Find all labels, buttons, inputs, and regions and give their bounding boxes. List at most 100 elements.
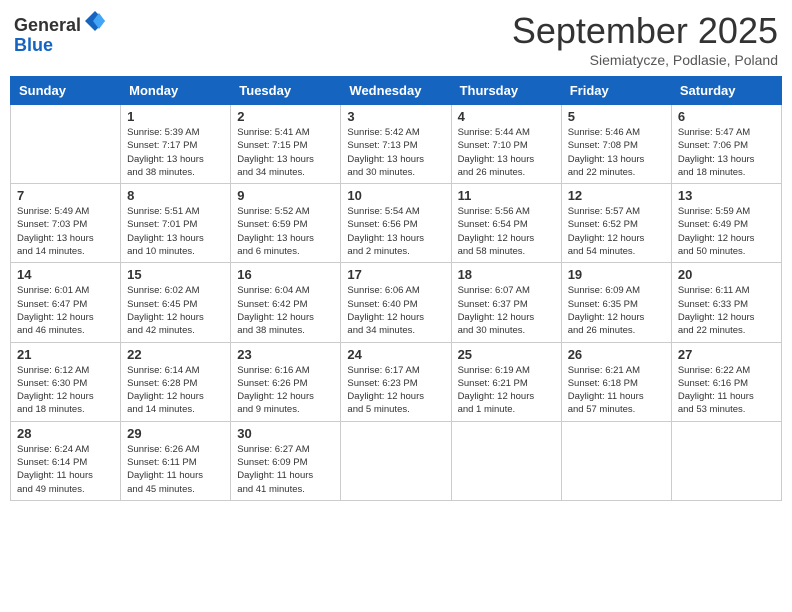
day-info: Sunrise: 5:57 AM Sunset: 6:52 PM Dayligh…	[568, 205, 665, 258]
day-number: 28	[17, 426, 114, 441]
calendar-week-3: 14 Sunrise: 6:01 AM Sunset: 6:47 PM Dayli…	[11, 263, 782, 342]
day-info: Sunrise: 5:47 AM Sunset: 7:06 PM Dayligh…	[678, 126, 775, 179]
day-info: Sunrise: 5:54 AM Sunset: 6:56 PM Dayligh…	[347, 205, 444, 258]
weekday-header-wednesday: Wednesday	[341, 77, 451, 105]
calendar-week-1: 1Sunrise: 5:39 AM Sunset: 7:17 PM Daylig…	[11, 105, 782, 184]
day-number: 8	[127, 188, 224, 203]
day-info: Sunrise: 6:07 AM Sunset: 6:37 PM Dayligh…	[458, 284, 555, 337]
logo: General Blue	[14, 16, 107, 56]
logo-icon	[83, 9, 107, 33]
calendar-cell: 1Sunrise: 5:39 AM Sunset: 7:17 PM Daylig…	[121, 105, 231, 184]
day-number: 7	[17, 188, 114, 203]
day-info: Sunrise: 6:16 AM Sunset: 6:26 PM Dayligh…	[237, 364, 334, 417]
day-info: Sunrise: 6:14 AM Sunset: 6:28 PM Dayligh…	[127, 364, 224, 417]
day-info: Sunrise: 6:11 AM Sunset: 6:33 PM Dayligh…	[678, 284, 775, 337]
day-info: Sunrise: 6:09 AM Sunset: 6:35 PM Dayligh…	[568, 284, 665, 337]
day-info: Sunrise: 6:01 AM Sunset: 6:47 PM Dayligh…	[17, 284, 114, 337]
calendar-cell: 10 Sunrise: 5:54 AM Sunset: 6:56 PM Dayli…	[341, 184, 451, 263]
calendar-cell: 14 Sunrise: 6:01 AM Sunset: 6:47 PM Dayli…	[11, 263, 121, 342]
calendar-cell: 6 Sunrise: 5:47 AM Sunset: 7:06 PM Daylig…	[671, 105, 781, 184]
day-number: 5	[568, 109, 665, 124]
calendar-cell	[11, 105, 121, 184]
day-number: 29	[127, 426, 224, 441]
weekday-header-tuesday: Tuesday	[231, 77, 341, 105]
day-info: Sunrise: 6:02 AM Sunset: 6:45 PM Dayligh…	[127, 284, 224, 337]
day-info: Sunrise: 5:49 AM Sunset: 7:03 PM Dayligh…	[17, 205, 114, 258]
logo-general-text: General	[14, 16, 81, 36]
day-info: Sunrise: 6:19 AM Sunset: 6:21 PM Dayligh…	[458, 364, 555, 417]
calendar-week-2: 7 Sunrise: 5:49 AM Sunset: 7:03 PM Daylig…	[11, 184, 782, 263]
day-number: 18	[458, 267, 555, 282]
day-number: 19	[568, 267, 665, 282]
day-info: Sunrise: 5:42 AM Sunset: 7:13 PM Dayligh…	[347, 126, 444, 179]
calendar-subtitle: Siemiatycze, Podlasie, Poland	[512, 52, 778, 68]
calendar-cell: 28 Sunrise: 6:24 AM Sunset: 6:14 PM Dayli…	[11, 421, 121, 500]
day-info: Sunrise: 5:39 AM Sunset: 7:17 PM Dayligh…	[127, 126, 224, 179]
calendar-cell: 5 Sunrise: 5:46 AM Sunset: 7:08 PM Daylig…	[561, 105, 671, 184]
day-info: Sunrise: 6:21 AM Sunset: 6:18 PM Dayligh…	[568, 364, 665, 417]
page-header: General Blue September 2025 Siemiatycze,…	[10, 10, 782, 68]
calendar-cell: 13 Sunrise: 5:59 AM Sunset: 6:49 PM Dayli…	[671, 184, 781, 263]
day-info: Sunrise: 6:22 AM Sunset: 6:16 PM Dayligh…	[678, 364, 775, 417]
weekday-header-monday: Monday	[121, 77, 231, 105]
weekday-header-row: SundayMondayTuesdayWednesdayThursdayFrid…	[11, 77, 782, 105]
day-info: Sunrise: 6:24 AM Sunset: 6:14 PM Dayligh…	[17, 443, 114, 496]
calendar-cell: 3 Sunrise: 5:42 AM Sunset: 7:13 PM Daylig…	[341, 105, 451, 184]
day-number: 26	[568, 347, 665, 362]
day-number: 6	[678, 109, 775, 124]
day-number: 2	[237, 109, 334, 124]
day-info: Sunrise: 5:56 AM Sunset: 6:54 PM Dayligh…	[458, 205, 555, 258]
day-number: 10	[347, 188, 444, 203]
calendar-cell: 25 Sunrise: 6:19 AM Sunset: 6:21 PM Dayli…	[451, 342, 561, 421]
calendar-cell	[561, 421, 671, 500]
calendar-cell: 21Sunrise: 6:12 AM Sunset: 6:30 PM Dayli…	[11, 342, 121, 421]
day-number: 15	[127, 267, 224, 282]
weekday-header-friday: Friday	[561, 77, 671, 105]
weekday-header-thursday: Thursday	[451, 77, 561, 105]
day-info: Sunrise: 5:59 AM Sunset: 6:49 PM Dayligh…	[678, 205, 775, 258]
day-info: Sunrise: 5:41 AM Sunset: 7:15 PM Dayligh…	[237, 126, 334, 179]
calendar-cell: 27 Sunrise: 6:22 AM Sunset: 6:16 PM Dayli…	[671, 342, 781, 421]
day-info: Sunrise: 5:52 AM Sunset: 6:59 PM Dayligh…	[237, 205, 334, 258]
calendar-cell: 29Sunrise: 6:26 AM Sunset: 6:11 PM Dayli…	[121, 421, 231, 500]
day-number: 27	[678, 347, 775, 362]
day-number: 23	[237, 347, 334, 362]
day-number: 14	[17, 267, 114, 282]
title-section: September 2025 Siemiatycze, Podlasie, Po…	[512, 10, 778, 68]
day-info: Sunrise: 6:06 AM Sunset: 6:40 PM Dayligh…	[347, 284, 444, 337]
day-info: Sunrise: 6:17 AM Sunset: 6:23 PM Dayligh…	[347, 364, 444, 417]
calendar-cell: 26 Sunrise: 6:21 AM Sunset: 6:18 PM Dayli…	[561, 342, 671, 421]
day-info: Sunrise: 6:27 AM Sunset: 6:09 PM Dayligh…	[237, 443, 334, 496]
calendar-cell	[671, 421, 781, 500]
day-info: Sunrise: 5:51 AM Sunset: 7:01 PM Dayligh…	[127, 205, 224, 258]
weekday-header-saturday: Saturday	[671, 77, 781, 105]
calendar-cell: 4Sunrise: 5:44 AM Sunset: 7:10 PM Daylig…	[451, 105, 561, 184]
calendar-cell	[341, 421, 451, 500]
calendar-cell: 30 Sunrise: 6:27 AM Sunset: 6:09 PM Dayli…	[231, 421, 341, 500]
calendar-cell: 19 Sunrise: 6:09 AM Sunset: 6:35 PM Dayli…	[561, 263, 671, 342]
day-number: 11	[458, 188, 555, 203]
calendar-body: 1Sunrise: 5:39 AM Sunset: 7:17 PM Daylig…	[11, 105, 782, 501]
day-number: 17	[347, 267, 444, 282]
calendar-cell: 11 Sunrise: 5:56 AM Sunset: 6:54 PM Dayli…	[451, 184, 561, 263]
day-number: 22	[127, 347, 224, 362]
calendar-title: September 2025	[512, 10, 778, 52]
day-number: 3	[347, 109, 444, 124]
calendar-cell: 15 Sunrise: 6:02 AM Sunset: 6:45 PM Dayli…	[121, 263, 231, 342]
calendar-cell: 12Sunrise: 5:57 AM Sunset: 6:52 PM Dayli…	[561, 184, 671, 263]
day-info: Sunrise: 5:46 AM Sunset: 7:08 PM Dayligh…	[568, 126, 665, 179]
day-number: 30	[237, 426, 334, 441]
day-number: 21	[17, 347, 114, 362]
day-number: 25	[458, 347, 555, 362]
calendar-week-5: 28 Sunrise: 6:24 AM Sunset: 6:14 PM Dayli…	[11, 421, 782, 500]
day-number: 20	[678, 267, 775, 282]
calendar-cell	[451, 421, 561, 500]
day-number: 24	[347, 347, 444, 362]
weekday-header-sunday: Sunday	[11, 77, 121, 105]
calendar-cell: 18 Sunrise: 6:07 AM Sunset: 6:37 PM Dayli…	[451, 263, 561, 342]
calendar-cell: 23 Sunrise: 6:16 AM Sunset: 6:26 PM Dayli…	[231, 342, 341, 421]
calendar-cell: 7 Sunrise: 5:49 AM Sunset: 7:03 PM Daylig…	[11, 184, 121, 263]
day-number: 13	[678, 188, 775, 203]
calendar-cell: 24 Sunrise: 6:17 AM Sunset: 6:23 PM Dayli…	[341, 342, 451, 421]
calendar-cell: 22 Sunrise: 6:14 AM Sunset: 6:28 PM Dayli…	[121, 342, 231, 421]
